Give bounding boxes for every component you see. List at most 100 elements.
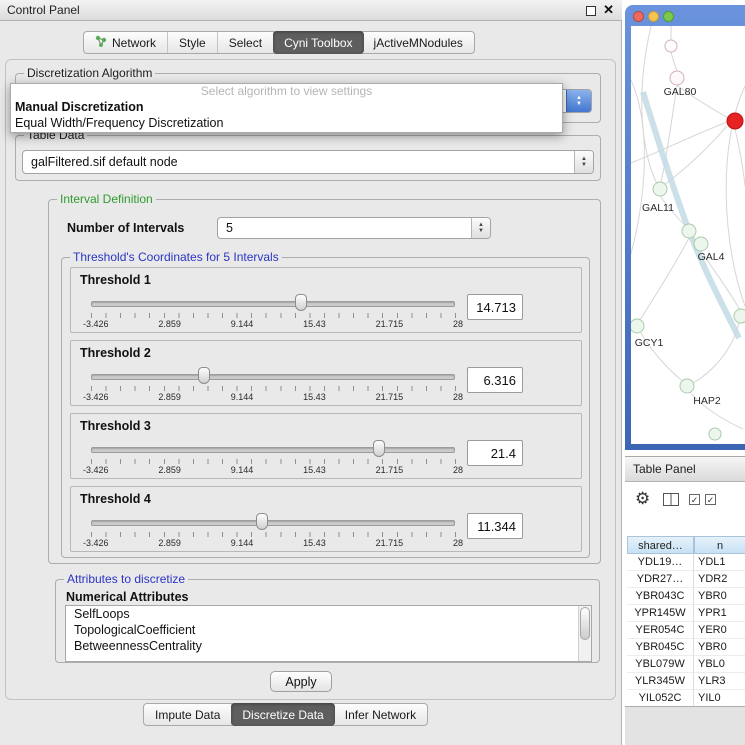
- table-row[interactable]: YBR043CYBR0: [627, 588, 745, 605]
- column-header-shared-name[interactable]: shared…: [627, 536, 694, 554]
- threshold-2-value-input[interactable]: [467, 367, 523, 393]
- slider-thumb[interactable]: [198, 367, 210, 384]
- tick-label: 2.859: [158, 319, 181, 329]
- network-node-gcy1[interactable]: [631, 319, 644, 333]
- zoom-traffic-light[interactable]: [663, 11, 674, 22]
- cell[interactable]: YPR145W: [627, 605, 694, 622]
- network-node[interactable]: [709, 428, 721, 440]
- list-item[interactable]: BetweennessCentrality: [66, 638, 591, 654]
- group-title: Attributes to discretize: [64, 572, 188, 586]
- table-row[interactable]: YLR345WYLR3: [627, 673, 745, 690]
- cell[interactable]: YDL19…: [627, 554, 694, 571]
- columns-icon[interactable]: [663, 493, 679, 511]
- cell[interactable]: YLR345W: [627, 673, 694, 690]
- cell[interactable]: YPR1: [694, 605, 745, 622]
- tab-label: jActiveMNodules: [374, 36, 463, 50]
- threshold-3-slider[interactable]: -3.426 2.859 9.144 15.43 21.715 28: [91, 438, 455, 478]
- tab-jactivemnodules[interactable]: jActiveMNodules: [363, 32, 474, 53]
- screen: Control Panel ✕ Network Style Select Cyn…: [0, 0, 745, 745]
- list-item[interactable]: SelfLoops: [66, 606, 591, 622]
- tab-cyni-toolbox[interactable]: Cyni Toolbox: [273, 31, 363, 54]
- table-panel-header: Table Panel: [625, 456, 745, 482]
- cell[interactable]: YER054C: [627, 622, 694, 639]
- cell[interactable]: YDR2: [694, 571, 745, 588]
- cell[interactable]: YDR27…: [627, 571, 694, 588]
- apply-button[interactable]: Apply: [270, 671, 332, 692]
- network-node-gal80[interactable]: [670, 71, 684, 85]
- tick-label: 15.43: [303, 538, 326, 548]
- cell[interactable]: YBR043C: [627, 588, 694, 605]
- table-row[interactable]: YDR27…YDR2: [627, 571, 745, 588]
- tab-label: Select: [229, 36, 262, 50]
- threshold-label: Threshold 2: [80, 346, 151, 360]
- table-row[interactable]: YBL079WYBL0: [627, 656, 745, 673]
- minimize-traffic-light[interactable]: [648, 11, 659, 22]
- network-node-hap2[interactable]: [680, 379, 694, 393]
- close-icon[interactable]: ✕: [603, 2, 614, 18]
- threshold-1-slider[interactable]: -3.426 2.859 9.144 15.43 21.715 28: [91, 292, 455, 332]
- threshold-label: Threshold 3: [80, 419, 151, 433]
- close-traffic-light[interactable]: [633, 11, 644, 22]
- column-header-name[interactable]: n: [694, 536, 745, 554]
- list-item[interactable]: TopologicalCoefficient: [66, 622, 591, 638]
- scrollbar-thumb[interactable]: [580, 607, 590, 640]
- threshold-4-slider[interactable]: -3.426 2.859 9.144 15.43 21.715 28: [91, 511, 455, 551]
- network-node[interactable]: [665, 40, 677, 52]
- down-arrow-icon: ▼: [581, 162, 587, 168]
- network-canvas[interactable]: GAL80 GAL11 GAL4 GCY1 HAP2: [631, 26, 745, 444]
- tick-label: 28: [453, 465, 463, 475]
- slider-thumb[interactable]: [295, 294, 307, 311]
- table-row[interactable]: YER054CYER0: [627, 622, 745, 639]
- tab-style[interactable]: Style: [168, 32, 218, 53]
- tick-label: -3.426: [83, 392, 109, 402]
- combo-stepper-icon: ▲ ▼: [566, 90, 591, 112]
- network-node[interactable]: [682, 224, 696, 238]
- tab-network[interactable]: Network: [84, 32, 168, 53]
- node-table: shared… n YDL19…YDL1 YDR27…YDR2 YBR043CY…: [627, 536, 745, 707]
- cell[interactable]: YIL052C: [627, 690, 694, 707]
- network-node-gal11[interactable]: [653, 182, 667, 196]
- table-header-row: shared… n: [627, 536, 745, 554]
- select-rows-checkbox-icon[interactable]: ✓: [689, 494, 700, 505]
- cell[interactable]: YBL079W: [627, 656, 694, 673]
- cell[interactable]: YBR0: [694, 639, 745, 656]
- list-scrollbar[interactable]: [578, 606, 591, 661]
- number-of-intervals-select[interactable]: 5 ▲ ▼: [217, 217, 491, 239]
- dropdown-item-equal-width-frequency[interactable]: Equal Width/Frequency Discretization: [11, 115, 562, 131]
- table-row[interactable]: YBR045CYBR0: [627, 639, 745, 656]
- cell[interactable]: YER0: [694, 622, 745, 639]
- cell[interactable]: YLR3: [694, 673, 745, 690]
- bottom-tab-bar: Impute Data Discretize Data Infer Networ…: [143, 703, 428, 726]
- table-data-select[interactable]: galFiltered.sif default node ▲ ▼: [22, 150, 594, 174]
- slider-thumb[interactable]: [373, 440, 385, 457]
- select-all-checkbox-icon[interactable]: ✓: [705, 494, 716, 505]
- float-window-icon[interactable]: [586, 6, 596, 16]
- cell[interactable]: YBR0: [694, 588, 745, 605]
- cell[interactable]: YIL0: [694, 690, 745, 707]
- tab-infer-network[interactable]: Infer Network: [334, 704, 427, 725]
- cell[interactable]: YDL1: [694, 554, 745, 571]
- threshold-2-slider[interactable]: -3.426 2.859 9.144 15.43 21.715 28: [91, 365, 455, 405]
- gear-icon[interactable]: ⚙: [635, 489, 650, 509]
- network-node[interactable]: [734, 309, 745, 323]
- threshold-4-panel: Threshold 4 -3.426 2.859 9.144 15.43 21.…: [70, 486, 582, 552]
- dropdown-item-manual-discretization[interactable]: Manual Discretization: [11, 99, 562, 115]
- network-node-gal4[interactable]: [694, 237, 708, 251]
- tab-impute-data[interactable]: Impute Data: [144, 704, 232, 725]
- table-row[interactable]: YDL19…YDL1: [627, 554, 745, 571]
- network-node-selected-red[interactable]: [727, 113, 743, 129]
- threshold-1-value-input[interactable]: [467, 294, 523, 320]
- slider-tick-labels: -3.426 2.859 9.144 15.43 21.715 28: [83, 392, 463, 402]
- threshold-3-value-input[interactable]: [467, 440, 523, 466]
- table-row[interactable]: YIL052CYIL0: [627, 690, 745, 707]
- tab-select[interactable]: Select: [218, 32, 274, 53]
- cell[interactable]: YBR045C: [627, 639, 694, 656]
- threshold-4-value-input[interactable]: [467, 513, 523, 539]
- slider-ticks: [91, 459, 456, 464]
- slider-thumb[interactable]: [256, 513, 268, 530]
- tab-discretize-data[interactable]: Discretize Data: [231, 703, 334, 726]
- threshold-2-panel: Threshold 2 -3.426 2.859 9.144 15.43 21.…: [70, 340, 582, 406]
- table-row[interactable]: YPR145WYPR1: [627, 605, 745, 622]
- group-title: Threshold's Coordinates for 5 Intervals: [70, 250, 282, 264]
- cell[interactable]: YBL0: [694, 656, 745, 673]
